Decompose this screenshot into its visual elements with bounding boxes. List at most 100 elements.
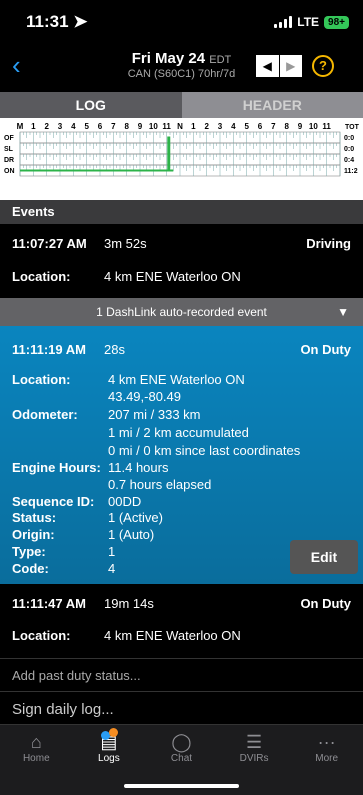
help-icon[interactable]: ?: [312, 55, 334, 77]
event-time: 11:11:19 AM: [12, 342, 86, 357]
location-value: 4 km ENE Waterloo ON: [104, 269, 241, 284]
row-total: 0:0: [344, 135, 354, 142]
hour-label: 8: [284, 122, 289, 131]
row-label: OF: [4, 135, 14, 142]
sign-daily-log[interactable]: Sign daily log...: [0, 696, 363, 724]
engine-hours-label: Engine Hours:: [12, 460, 101, 475]
origin-value: 1 (Auto): [108, 527, 154, 542]
clock: 11:31 ➤: [26, 12, 88, 32]
hour-label: 1: [191, 122, 196, 131]
row-total: 0:4: [344, 157, 354, 164]
location-label: Location:: [12, 628, 71, 643]
origin-label: Origin:: [12, 527, 55, 542]
odometer-label: Odometer:: [12, 407, 78, 422]
hour-label: 10: [149, 122, 158, 131]
hour-label: 4: [231, 122, 236, 131]
engine-hours-elapsed: 0.7 hours elapsed: [108, 477, 211, 492]
row-total: 0:0: [344, 146, 354, 153]
more-icon: ···: [290, 731, 363, 753]
event-status: On Duty: [300, 342, 351, 357]
hour-label: 4: [71, 122, 76, 131]
duty-status-grid: M1234567891011N1234567891011TOTOF0:0SL0:…: [0, 118, 363, 200]
odometer-accumulated: 1 mi / 2 km accumulated: [108, 425, 249, 440]
hour-label: 9: [298, 122, 303, 131]
status-label: Status:: [12, 510, 56, 525]
tab-home[interactable]: ⌂ Home: [0, 725, 73, 795]
hour-label: 9: [138, 122, 143, 131]
event-status: Driving: [306, 236, 351, 251]
type-value: 1: [108, 544, 115, 559]
hour-label: 5: [84, 122, 89, 131]
hour-label: N: [177, 122, 183, 131]
hour-label: 2: [204, 122, 209, 131]
event-duration: 28s: [104, 342, 125, 357]
location-value: 4 km ENE Waterloo ON: [104, 628, 241, 643]
hour-label: M: [17, 122, 24, 131]
hour-label: 3: [58, 122, 63, 131]
hour-label: 6: [258, 122, 263, 131]
logs-icon: ▤: [73, 731, 146, 753]
events-header: Events: [0, 200, 363, 224]
add-past-duty-status[interactable]: Add past duty status...: [0, 658, 363, 692]
tab-label: Chat: [171, 753, 192, 764]
tab-label: More: [315, 753, 338, 764]
notification-dot-orange: [109, 728, 118, 737]
duty-grid-svg: M1234567891011N1234567891011TOTOF0:0SL0:…: [0, 118, 363, 200]
odometer-value: 207 mi / 333 km: [108, 407, 201, 422]
tab-label: DVIRs: [240, 753, 269, 764]
log-date: Fri May 24 EDT: [0, 50, 363, 67]
event-time: 11:07:27 AM: [12, 236, 87, 251]
battery-icon: 98+: [324, 16, 349, 29]
nav-bar: ‹ Fri May 24 EDT CAN (S60C1) 70hr/7d ◀ ▶…: [0, 44, 363, 88]
row-total: 11:2: [344, 168, 358, 175]
code-label: Code:: [12, 561, 49, 576]
next-day-icon[interactable]: ▶: [279, 55, 303, 77]
location-label: Location:: [12, 372, 71, 387]
event-time: 11:11:47 AM: [12, 596, 86, 611]
location-label: Location:: [12, 269, 71, 284]
odometer-since-coords: 0 mi / 0 km since last coordinates: [108, 443, 300, 458]
tab-header[interactable]: HEADER: [182, 92, 363, 118]
hour-label: 7: [271, 122, 276, 131]
prev-day-icon[interactable]: ◀: [256, 55, 279, 77]
row-label: DR: [4, 157, 14, 164]
code-value: 4: [108, 561, 115, 576]
log-tabs: LOG HEADER: [0, 92, 363, 118]
network-label: LTE: [297, 15, 319, 29]
event-duration: 19m 14s: [104, 596, 154, 611]
dashlink-label: 1 DashLink auto-recorded event: [96, 305, 267, 319]
chat-icon: ◯: [145, 731, 218, 753]
hour-label: 1: [31, 122, 36, 131]
cycle-rule: CAN (S60C1) 70hr/7d: [0, 68, 363, 80]
tab-label: Home: [23, 753, 50, 764]
event-status: On Duty: [300, 596, 351, 611]
status-value: 1 (Active): [108, 510, 163, 525]
hour-label: 7: [111, 122, 116, 131]
row-label: SL: [4, 146, 14, 153]
home-icon: ⌂: [0, 731, 73, 753]
location-value: 4 km ENE Waterloo ON: [108, 372, 245, 387]
signal-icon: [274, 16, 292, 28]
chevron-down-icon: ▼: [337, 298, 349, 326]
tab-more[interactable]: ··· More: [290, 725, 363, 795]
tab-log[interactable]: LOG: [0, 92, 182, 118]
status-bar: 11:31 ➤ LTE 98+: [0, 0, 363, 44]
hour-label: 10: [309, 122, 318, 131]
row-label: ON: [4, 168, 15, 175]
home-indicator: [124, 784, 239, 788]
coordinates-value: 43.49,-80.49: [108, 389, 181, 404]
hour-label: 2: [44, 122, 49, 131]
type-label: Type:: [12, 544, 46, 559]
edit-button[interactable]: Edit: [290, 540, 358, 574]
tab-label: Logs: [98, 753, 120, 764]
status-indicators: LTE 98+: [274, 15, 349, 29]
total-header: TOT: [345, 124, 360, 131]
day-navigator: ◀ ▶: [256, 55, 302, 77]
hour-label: 11: [162, 122, 171, 131]
hour-label: 11: [322, 122, 331, 131]
event-duration: 3m 52s: [104, 236, 147, 251]
hour-label: 3: [218, 122, 223, 131]
dashlink-auto-recorded-toggle[interactable]: 1 DashLink auto-recorded event ▼: [0, 298, 363, 326]
hour-label: 8: [124, 122, 129, 131]
hour-label: 6: [98, 122, 103, 131]
